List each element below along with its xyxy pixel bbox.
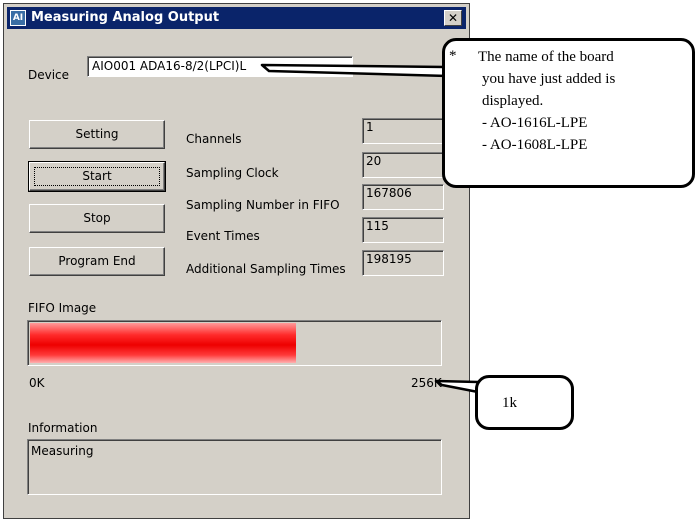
callout-line-2: you have just added is — [482, 71, 616, 87]
fifo-size-callout: 1k — [475, 375, 574, 430]
callout-line-5: - AO-1608L-LPE — [482, 137, 588, 153]
board-callout-pointer — [260, 63, 450, 78]
callout-line-1: The name of the board — [478, 49, 614, 65]
callout-line-4: - AO-1616L-LPE — [482, 115, 588, 131]
fifo-callout-pointer — [434, 379, 480, 394]
callout-line-3: displayed. — [482, 93, 544, 109]
board-name-callout: * The name of the board you have just ad… — [442, 38, 695, 188]
fifo-size-callout-text: 1k — [502, 395, 517, 411]
callout-asterisk: * — [449, 48, 457, 64]
